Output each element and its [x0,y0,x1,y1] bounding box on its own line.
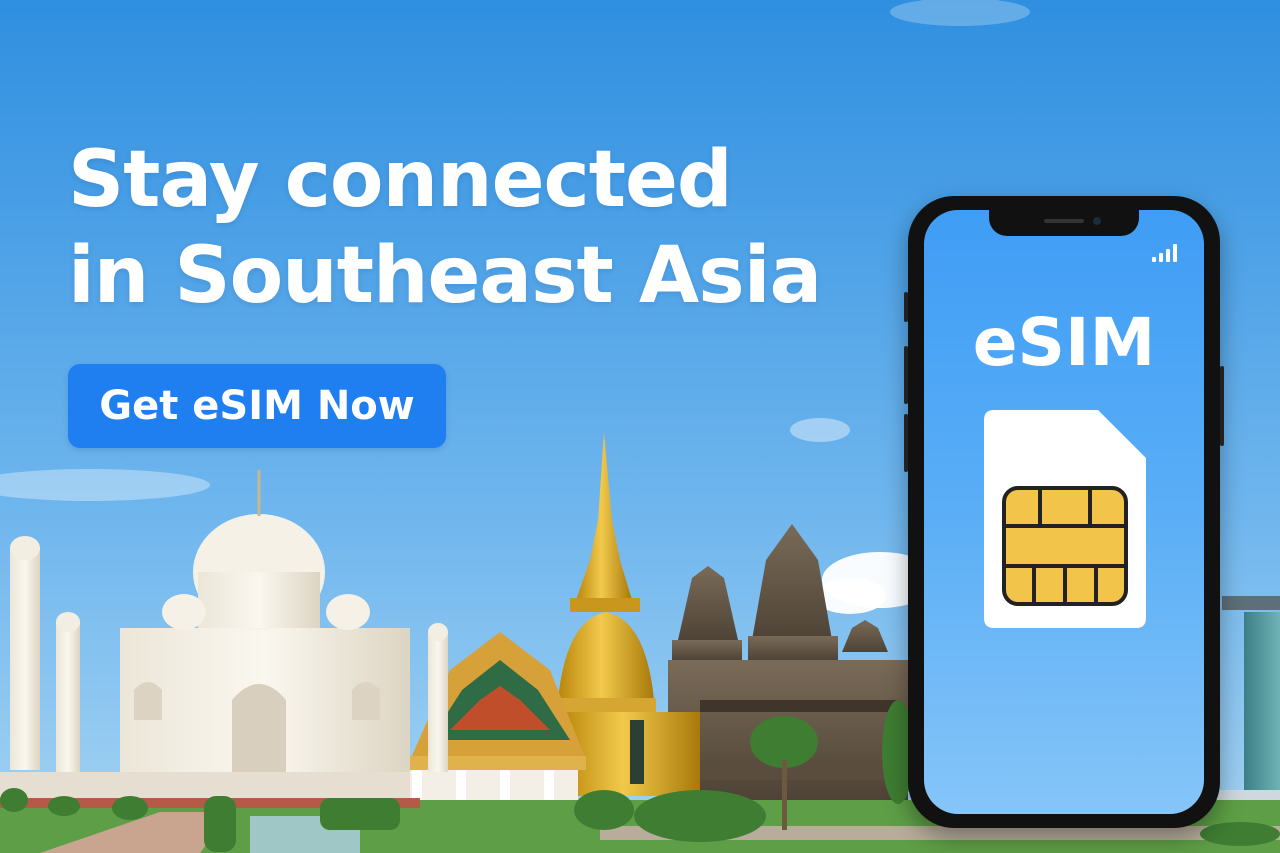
phone-volume-up [904,346,908,404]
phone-screen: eSIM [924,210,1204,814]
sim-chip [1002,486,1128,606]
phone-side-button [904,292,908,322]
get-esim-button[interactable]: Get eSIM Now [68,364,446,448]
phone-power-button [1220,366,1224,446]
esim-label: eSIM [972,304,1156,381]
sim-card-icon [984,410,1146,628]
camera-icon [1093,217,1101,225]
speaker-grille [1044,219,1084,223]
phone-notch [989,210,1139,236]
headline-line-1: Stay connected [68,135,733,225]
signal-bars-icon [1152,244,1182,262]
phone-mockup: eSIM [904,196,1224,828]
phone-volume-down [904,414,908,472]
headline-line-2: in Southeast Asia [68,231,822,321]
headline: Stay connected in Southeast Asia [68,132,822,324]
